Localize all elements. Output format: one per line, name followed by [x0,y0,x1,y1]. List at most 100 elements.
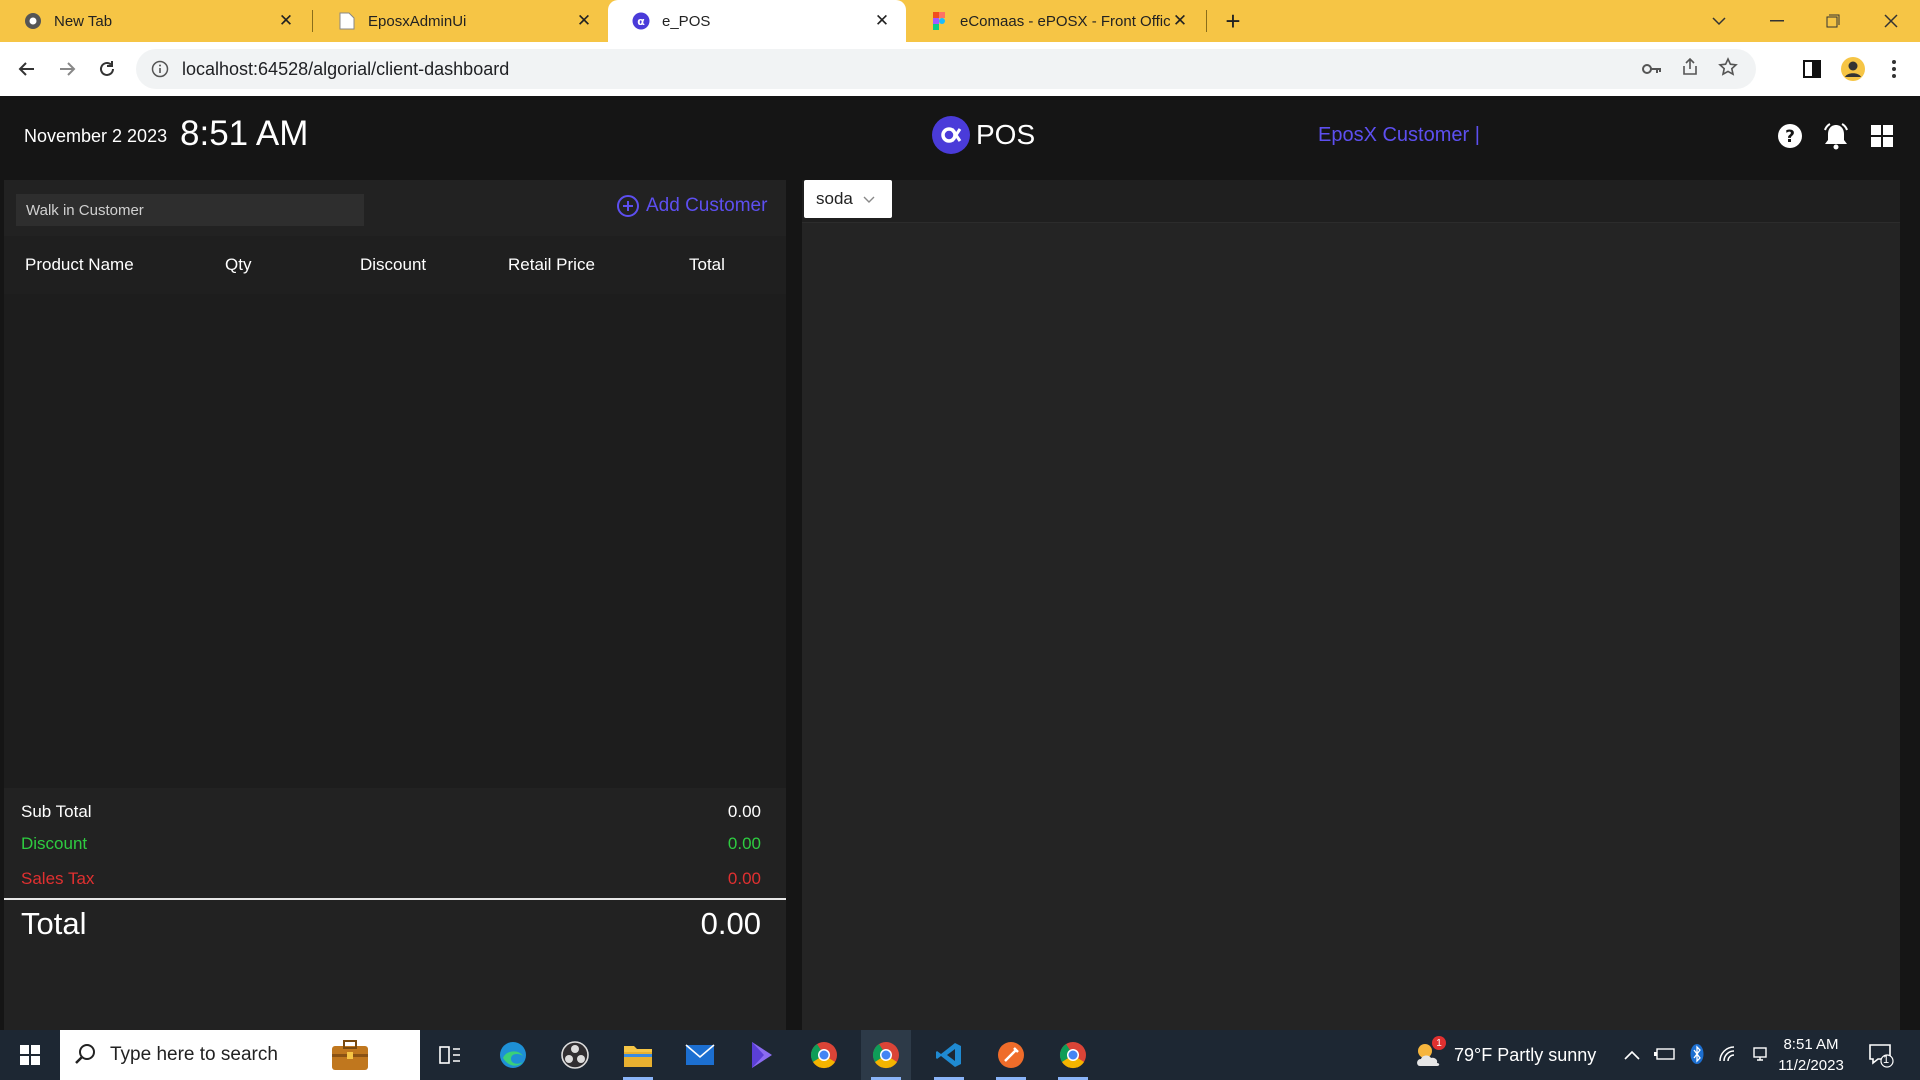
cart-items-list [4,294,786,788]
pos-logo: POS [932,116,1035,154]
taskbar-search[interactable]: Type here to search [60,1030,420,1080]
chrome-icon[interactable] [799,1030,849,1080]
tab-separator [1206,10,1207,32]
briefcase-icon [330,1038,370,1077]
pos-app: November 2 2023 8:51 AM POS EposX Custom… [0,96,1920,1030]
pos-logo-text: POS [976,119,1036,150]
power-automate-icon[interactable] [737,1030,787,1080]
profile-avatar-icon[interactable] [1838,54,1868,84]
column-header: Retail Price [508,255,595,274]
add-customer-button[interactable]: Add Customer [616,194,767,218]
header-time: 8:51 AM [180,114,309,153]
file-explorer-icon[interactable] [613,1030,663,1080]
tab-title: eComaas - ePOSX - Front Office [960,12,1170,30]
system-tray [1624,1030,1770,1080]
header-date: November 2 2023 [24,126,168,146]
svg-text:?: ? [1785,127,1795,147]
sales-tax-row: Sales Tax 0.00 [21,869,761,889]
close-tab-icon[interactable]: ✕ [574,11,594,31]
site-info-icon[interactable] [150,59,170,79]
total-row: Total 0.00 [21,906,761,942]
close-tab-icon[interactable]: ✕ [872,11,892,31]
clock-time: 8:51 AM [1783,1036,1839,1053]
column-header: Total [689,255,725,274]
display-icon[interactable] [1752,1045,1770,1066]
chevron-up-icon[interactable] [1624,1047,1640,1063]
customer-link[interactable]: EposX Customer | [1318,124,1480,147]
vscode-icon[interactable] [924,1030,974,1080]
help-icon[interactable]: ? [1776,122,1804,150]
tab-title: New Tab [54,12,113,30]
system-clock[interactable]: 8:51 AM 11/2/2023 [1770,1034,1852,1076]
weather-widget[interactable]: 1 79°F Partly sunny [1412,1030,1596,1080]
address-bar[interactable]: localhost:64528/algorial/client-dashboar… [136,49,1756,89]
browser-tab-strip: New Tab ✕ EposxAdminUi ✕ α e_POS ✕ eComa… [0,0,1920,42]
mail-icon[interactable] [675,1030,725,1080]
share-icon[interactable] [1680,57,1700,82]
tab-e-pos[interactable]: α e_POS ✕ [608,0,906,42]
sales-tax-value: 0.00 [727,869,761,888]
browser-toolbar: localhost:64528/algorial/client-dashboar… [0,42,1920,97]
key-icon[interactable] [1642,59,1662,80]
postman-icon[interactable] [986,1030,1036,1080]
total-divider [4,898,786,900]
clock-date: 11/2/2023 [1778,1057,1844,1074]
customer-select[interactable]: Walk in Customer [16,194,364,226]
edge-icon[interactable] [488,1030,538,1080]
add-circle-icon [616,194,640,218]
apps-grid-icon[interactable] [1868,122,1896,150]
windows-start-icon[interactable] [5,1030,55,1080]
obs-icon[interactable] [550,1030,600,1080]
cart-table-header: Product Name Qty Discount Retail Price T… [4,236,786,294]
subtotal-row: Sub Total 0.00 [21,802,761,822]
battery-icon[interactable] [1654,1047,1676,1064]
bookmark-star-icon[interactable] [1718,56,1738,82]
tab-ecomaas[interactable]: eComaas - ePOSX - Front Office ✕ [906,0,1204,42]
subtotal-label: Sub Total [21,802,92,821]
pos-logo-icon [932,116,970,154]
discount-row: Discount 0.00 [21,834,761,854]
task-view-icon[interactable] [425,1030,475,1080]
chrome-icon [24,12,42,30]
discount-value: 0.00 [727,834,761,853]
column-header: Qty [225,255,252,274]
close-window-icon[interactable] [1866,0,1916,42]
category-bar: soda [802,180,1900,223]
chevron-down-icon [863,192,875,207]
tab-title: e_POS [662,12,711,30]
weather-badge: 1 [1432,1036,1446,1050]
bell-icon[interactable] [1822,122,1850,150]
reload-icon[interactable] [92,54,122,84]
chrome-profile-icon[interactable] [861,1030,911,1080]
close-tab-icon[interactable]: ✕ [276,11,296,31]
weather-text: 79°F Partly sunny [1454,1044,1597,1065]
add-customer-label: Add Customer [646,195,768,216]
wifi-icon[interactable] [1718,1045,1738,1066]
tab-search-icon[interactable] [1694,0,1744,42]
svg-text:α: α [637,15,645,28]
minimize-icon[interactable] [1752,0,1802,42]
column-header: Discount [360,255,427,274]
epos-logo-icon: α [632,12,650,30]
chrome-second-profile-icon[interactable] [1048,1030,1098,1080]
tab-separator [312,10,313,32]
new-tab-button[interactable]: + [1218,6,1248,37]
search-icon [74,1043,98,1067]
tab-new-tab[interactable]: New Tab ✕ [0,0,310,42]
notification-center-icon[interactable]: 1 [1866,1040,1896,1070]
figma-icon [930,12,948,30]
side-panel-icon[interactable] [1797,54,1827,84]
back-icon[interactable] [12,54,42,84]
url-text[interactable]: localhost:64528/algorial/client-dashboar… [182,59,509,80]
close-tab-icon[interactable]: ✕ [1170,11,1190,31]
bluetooth-icon[interactable] [1690,1043,1704,1068]
forward-icon[interactable] [52,54,82,84]
sales-tax-label: Sales Tax [21,869,95,888]
category-tab-soda[interactable]: soda [804,180,892,218]
search-placeholder: Type here to search [110,1044,278,1065]
restore-icon[interactable] [1808,0,1858,42]
browser-menu-icon[interactable] [1879,54,1909,84]
page-icon [338,12,356,30]
notification-count: 1 [1883,1054,1890,1066]
tab-eposxadminui[interactable]: EposxAdminUi ✕ [314,0,608,42]
